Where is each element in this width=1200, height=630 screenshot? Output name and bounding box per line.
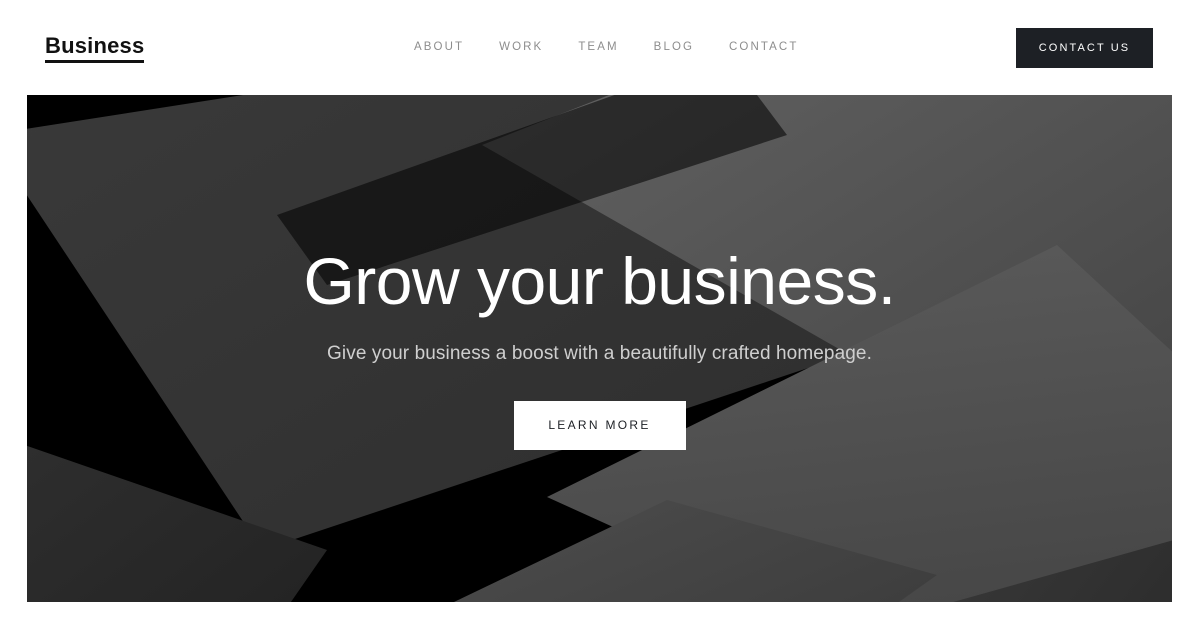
nav-link-contact[interactable]: CONTACT [729,41,798,53]
hero-section: Grow your business. Give your business a… [27,95,1172,602]
nav-link-blog[interactable]: BLOG [654,41,694,53]
site-logo[interactable]: Business [45,33,145,63]
hero-content: Grow your business. Give your business a… [27,95,1172,602]
nav-link-about[interactable]: ABOUT [414,41,464,53]
nav-link-team[interactable]: TEAM [578,41,618,53]
main-navigation: ABOUT WORK TEAM BLOG CONTACT [414,41,798,53]
learn-more-button[interactable]: LEARN MORE [513,400,686,450]
site-header: Business ABOUT WORK TEAM BLOG CONTACT CO… [0,0,1200,95]
contact-us-button[interactable]: CONTACT US [1016,28,1153,68]
hero-title: Grow your business. [303,244,896,319]
hero-subtitle: Give your business a boost with a beauti… [327,342,872,364]
nav-link-work[interactable]: WORK [499,41,543,53]
